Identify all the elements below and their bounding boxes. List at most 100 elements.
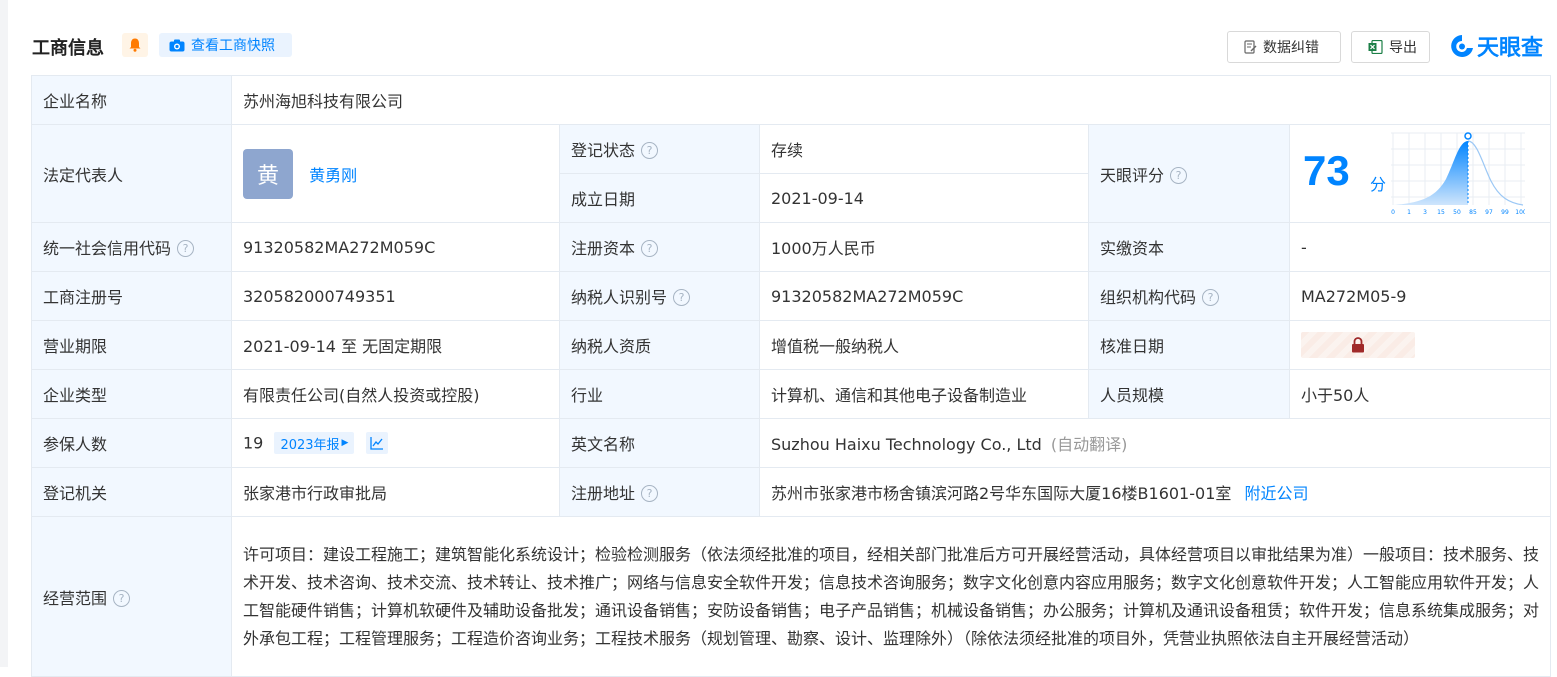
taxpayer-id-label-cell: 纳税人识别号? xyxy=(559,271,760,321)
staff-value: 小于50人 xyxy=(1288,369,1552,419)
legal-rep-name-link[interactable]: 黄勇刚 xyxy=(309,166,357,185)
staff-label: 人员规模 xyxy=(1088,369,1290,419)
paid-capital-label: 实缴资本 xyxy=(1088,222,1290,272)
axis-tick: 1 xyxy=(1407,209,1411,216)
credit-code-value: 91320582MA272M059C xyxy=(231,222,560,272)
score-cell[interactable]: 73 分 0 1 3 15 50 85 97 99 100 xyxy=(1288,124,1552,223)
trend-chart-button[interactable] xyxy=(365,432,388,454)
scope-value: 许可项目：建设工程施工；建筑智能化系统设计；检验检测服务（依法须经批准的项目，经… xyxy=(230,516,1552,677)
logo-eye-icon xyxy=(1449,33,1475,59)
org-code-value: MA272M05-9 xyxy=(1288,271,1552,321)
taxpayer-qual-value: 增值税一般纳税人 xyxy=(759,320,1089,370)
help-icon[interactable]: ? xyxy=(113,589,131,607)
data-correction-button[interactable]: 数据纠错 xyxy=(1227,31,1341,63)
term-label: 营业期限 xyxy=(31,320,232,370)
table-row: 营业期限 2021-09-14 至 无固定期限 纳税人资质 增值税一般纳税人 核… xyxy=(31,320,1552,370)
en-name-value: Suzhou Haixu Technology Co., Ltd xyxy=(771,435,1042,454)
view-snapshot-label: 查看工商快照 xyxy=(191,38,275,54)
paid-capital-value: - xyxy=(1288,222,1552,272)
locked-value-button[interactable] xyxy=(1301,332,1415,358)
credit-code-label-cell: 统一社会信用代码? xyxy=(31,222,232,272)
taxpayer-qual-label: 纳税人资质 xyxy=(559,320,760,370)
status-label: 登记状态 xyxy=(571,141,636,160)
legal-rep-cell: 黄 黄勇刚 xyxy=(231,124,560,223)
score-label: 天眼评分 xyxy=(1100,165,1165,185)
axis-tick: 100 xyxy=(1515,209,1525,216)
table-row: 工商注册号 320582000749351 纳税人识别号? 91320582MA… xyxy=(31,271,1552,321)
approval-date-cell xyxy=(1288,320,1552,370)
industry-label: 行业 xyxy=(559,369,760,419)
org-code-label: 组织机构代码 xyxy=(1100,288,1197,307)
help-icon[interactable]: ? xyxy=(177,240,195,257)
industry-value: 计算机、通信和其他电子设备制造业 xyxy=(759,369,1089,419)
en-name-note: (自动翻译) xyxy=(1050,435,1128,454)
section-title: 工商信息 xyxy=(32,38,104,59)
founded-label: 成立日期 xyxy=(559,173,760,223)
approval-date-label: 核准日期 xyxy=(1088,320,1290,370)
view-snapshot-button[interactable]: 查看工商快照 xyxy=(159,33,292,57)
type-value: 有限责任公司(自然人投资或控股) xyxy=(231,369,560,419)
edit-doc-icon xyxy=(1244,40,1257,54)
company-name-value: 苏州海旭科技有限公司 xyxy=(230,75,1552,125)
insured-cell: 19 2023年报 ▶ xyxy=(231,418,560,468)
legal-rep-avatar[interactable]: 黄 xyxy=(243,148,293,199)
reg-no-value: 320582000749351 xyxy=(231,271,560,321)
axis-tick: 85 xyxy=(1469,209,1477,216)
caret-right-icon: ▶ xyxy=(341,438,349,448)
nearby-companies-link[interactable]: 附近公司 xyxy=(1244,484,1308,503)
axis-tick: 15 xyxy=(1437,209,1445,216)
help-icon[interactable]: ? xyxy=(1170,166,1188,184)
axis-tick: 3 xyxy=(1423,209,1427,216)
annual-report-link[interactable]: 2023年报 ▶ xyxy=(274,432,355,454)
address-label-cell: 注册地址? xyxy=(559,467,760,517)
en-name-label: 英文名称 xyxy=(559,418,760,468)
axis-tick: 97 xyxy=(1485,209,1493,216)
insured-label: 参保人数 xyxy=(31,418,232,468)
lock-icon xyxy=(1352,337,1364,353)
taxpayer-id-label: 纳税人识别号 xyxy=(571,288,668,307)
table-row: 企业类型 有限责任公司(自然人投资或控股) 行业 计算机、通信和其他电子设备制造… xyxy=(31,369,1552,419)
tianyancha-logo: 天眼查 xyxy=(1449,31,1543,61)
table-row: 登记机关 张家港市行政审批局 注册地址? 苏州市张家港市杨舍镇滨河路2号华东国际… xyxy=(31,467,1552,517)
help-icon[interactable]: ? xyxy=(1202,289,1220,306)
table-row: 企业名称 苏州海旭科技有限公司 xyxy=(31,75,1552,125)
score-unit: 分 xyxy=(1370,175,1387,194)
section-header: 工商信息 查看工商快照 数据纠错 导出 天眼查 xyxy=(0,0,1557,75)
company-name-label: 企业名称 xyxy=(31,75,232,125)
help-icon[interactable]: ? xyxy=(641,240,659,257)
address-value: 苏州市张家港市杨舍镇滨河路2号华东国际大厦16楼B1601-01室 xyxy=(771,484,1232,503)
legal-rep-label: 法定代表人 xyxy=(31,124,232,223)
status-label-cell: 登记状态? xyxy=(559,124,760,174)
scope-label: 经营范围 xyxy=(43,588,108,608)
export-button[interactable]: 导出 xyxy=(1351,31,1430,63)
reg-no-label: 工商注册号 xyxy=(31,271,232,321)
type-label: 企业类型 xyxy=(31,369,232,419)
business-info-table: 企业名称 苏州海旭科技有限公司 法定代表人 黄 黄勇刚 登记状态? 存续 天眼评… xyxy=(31,75,1552,677)
status-value: 存续 xyxy=(759,124,1089,174)
term-value: 2021-09-14 至 无固定期限 xyxy=(231,320,560,370)
address-label: 注册地址 xyxy=(571,484,636,503)
help-icon[interactable]: ? xyxy=(641,485,659,502)
score-distribution-chart: 0 1 3 15 50 85 97 99 100 xyxy=(1391,132,1525,216)
authority-value: 张家港市行政审批局 xyxy=(231,467,560,517)
table-row: 经营范围? 许可项目：建设工程施工；建筑智能化系统设计；检验检测服务（依法须经批… xyxy=(31,516,1552,677)
help-icon[interactable]: ? xyxy=(673,289,691,306)
monitor-bell-button[interactable] xyxy=(122,33,148,57)
help-icon[interactable]: ? xyxy=(641,142,659,159)
taxpayer-id-value: 91320582MA272M059C xyxy=(759,271,1089,321)
scope-label-cell: 经营范围? xyxy=(31,516,232,677)
en-name-cell: Suzhou Haixu Technology Co., Ltd (自动翻译) xyxy=(758,418,1552,468)
org-code-label-cell: 组织机构代码? xyxy=(1088,271,1290,321)
credit-code-label: 统一社会信用代码 xyxy=(43,239,172,258)
axis-tick: 99 xyxy=(1501,209,1509,216)
score-label-cell: 天眼评分? xyxy=(1088,124,1290,223)
excel-icon xyxy=(1368,40,1383,54)
address-cell: 苏州市张家港市杨舍镇滨河路2号华东国际大厦16楼B1601-01室 附近公司 xyxy=(758,467,1552,517)
left-gutter xyxy=(0,0,8,667)
reg-capital-label-cell: 注册资本? xyxy=(559,222,760,272)
logo-text: 天眼查 xyxy=(1477,36,1544,61)
export-label: 导出 xyxy=(1389,40,1417,56)
axis-tick: 0 xyxy=(1391,209,1395,216)
authority-label: 登记机关 xyxy=(31,467,232,517)
annual-report-label: 2023年报 xyxy=(280,437,340,453)
